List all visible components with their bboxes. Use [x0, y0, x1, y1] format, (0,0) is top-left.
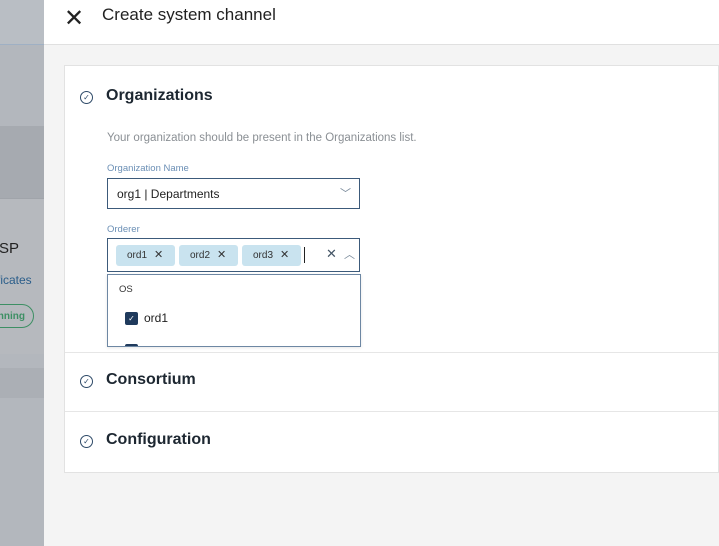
status-badge: nning	[0, 304, 34, 328]
background-page: SP rtificates nning	[0, 0, 44, 546]
select-value: org1 | Departments	[117, 187, 220, 201]
section-configuration[interactable]: ✓ Configuration	[65, 412, 718, 471]
remove-tag-icon[interactable]: ✕	[217, 249, 226, 261]
tag-label: ord1	[127, 250, 148, 261]
remove-tag-icon[interactable]: ✕	[154, 249, 163, 261]
check-circle-icon: ✓	[80, 435, 93, 448]
section-title[interactable]: Configuration	[106, 431, 211, 449]
orderer-dropdown-menu: OS ✓ ord1	[107, 274, 361, 347]
tag-ord3: ord3 ✕	[242, 245, 301, 266]
option-label: ord1	[144, 311, 169, 325]
section-consortium[interactable]: ✓ Consortium	[65, 352, 718, 412]
section-title[interactable]: Organizations	[106, 87, 213, 105]
section-title[interactable]: Consortium	[106, 371, 196, 389]
drawer-header: ✕ Create system channel	[44, 0, 719, 45]
clear-icon[interactable]: ✕	[326, 246, 337, 262]
check-circle-icon: ✓	[80, 375, 93, 388]
section-organizations: ✓ Organizations Your organization should…	[65, 66, 718, 353]
chevron-up-icon[interactable]: ︿	[344, 246, 355, 262]
checkbox-checked-icon[interactable]: ✓	[125, 312, 138, 326]
tag-ord1: ord1 ✕	[116, 245, 175, 266]
wizard-card: ✓ Organizations Your organization should…	[64, 65, 719, 473]
text-caret	[304, 247, 305, 263]
checkbox-checked-icon[interactable]	[125, 344, 138, 346]
certificates-link: rtificates	[0, 273, 32, 287]
close-icon[interactable]: ✕	[64, 4, 84, 33]
chevron-down-icon[interactable]: ﹀	[340, 179, 351, 209]
hint-text: Your organization should be present in t…	[107, 132, 417, 144]
tag-label: ord2	[190, 250, 211, 261]
page-title: Create system channel	[102, 5, 276, 24]
option-group-label: OS	[119, 284, 133, 295]
orderer-label: Orderer	[107, 224, 140, 235]
background-text: SP	[0, 240, 20, 257]
option-ord1[interactable]: ✓ ord1	[125, 311, 169, 326]
organization-select[interactable]: org1 | Departments ﹀	[107, 178, 360, 209]
check-circle-icon: ✓	[80, 91, 93, 104]
tag-ord2: ord2 ✕	[179, 245, 238, 266]
tag-label: ord3	[253, 250, 274, 261]
orderer-multiselect[interactable]: ord1 ✕ ord2 ✕ ord3 ✕ ✕ ︿	[107, 238, 360, 272]
org-name-label: Organization Name	[107, 163, 189, 174]
option-partial[interactable]	[125, 343, 144, 346]
remove-tag-icon[interactable]: ✕	[280, 249, 289, 261]
